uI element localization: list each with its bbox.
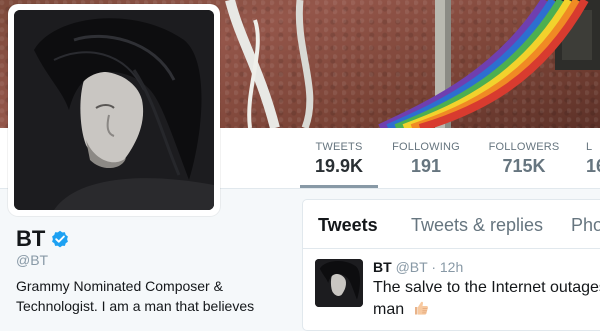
tweet-text: The salve to the Internet outages man [373, 277, 600, 321]
tweet-header: BT @BT · 12h [373, 259, 463, 275]
tweet-author[interactable]: BT [373, 259, 392, 275]
avatar [14, 10, 214, 210]
tab-tweets[interactable]: Tweets [318, 215, 378, 236]
timeline-panel: Tweets Tweets & replies Pho BT @BT · 12h… [302, 199, 600, 331]
profile-name-row: BT [16, 226, 69, 252]
tweet-timestamp[interactable]: 12h [440, 259, 463, 275]
tweet-handle[interactable]: @BT [396, 259, 428, 275]
stat-following[interactable]: FOLLOWING 191 [388, 128, 464, 188]
stat-likes[interactable]: L 16 [586, 128, 600, 188]
profile-handle[interactable]: @BT [16, 252, 48, 268]
stat-tweets-label: TWEETS [315, 141, 363, 153]
stat-tweets[interactable]: TWEETS 19.9K [300, 128, 378, 188]
tab-photos[interactable]: Pho [571, 215, 600, 236]
stat-tweets-value: 19.9K [314, 156, 364, 176]
timeline-tabs: Tweets Tweets & replies Pho [303, 200, 600, 249]
stat-likes-label: L [586, 141, 593, 153]
profile-avatar-frame[interactable] [8, 4, 220, 216]
verified-badge-icon [51, 230, 69, 248]
tweet-avatar[interactable] [315, 259, 363, 307]
tab-tweets-replies[interactable]: Tweets & replies [411, 215, 543, 236]
stat-followers[interactable]: FOLLOWERS 715K [484, 128, 564, 188]
tweet-text-content: The salve to the Internet outages man [373, 279, 600, 318]
profile-bio: Grammy Nominated Composer & Technologist… [16, 278, 255, 314]
stat-following-label: FOLLOWING [392, 141, 460, 153]
stat-following-value: 191 [410, 156, 442, 176]
thumbs-up-emoji-icon [413, 300, 429, 316]
profile-name[interactable]: BT [16, 226, 45, 252]
stat-likes-value: 16 [586, 156, 600, 176]
tweet-separator: · [431, 259, 436, 275]
stat-followers-value: 715K [502, 156, 546, 176]
stat-followers-label: FOLLOWERS [488, 141, 560, 153]
